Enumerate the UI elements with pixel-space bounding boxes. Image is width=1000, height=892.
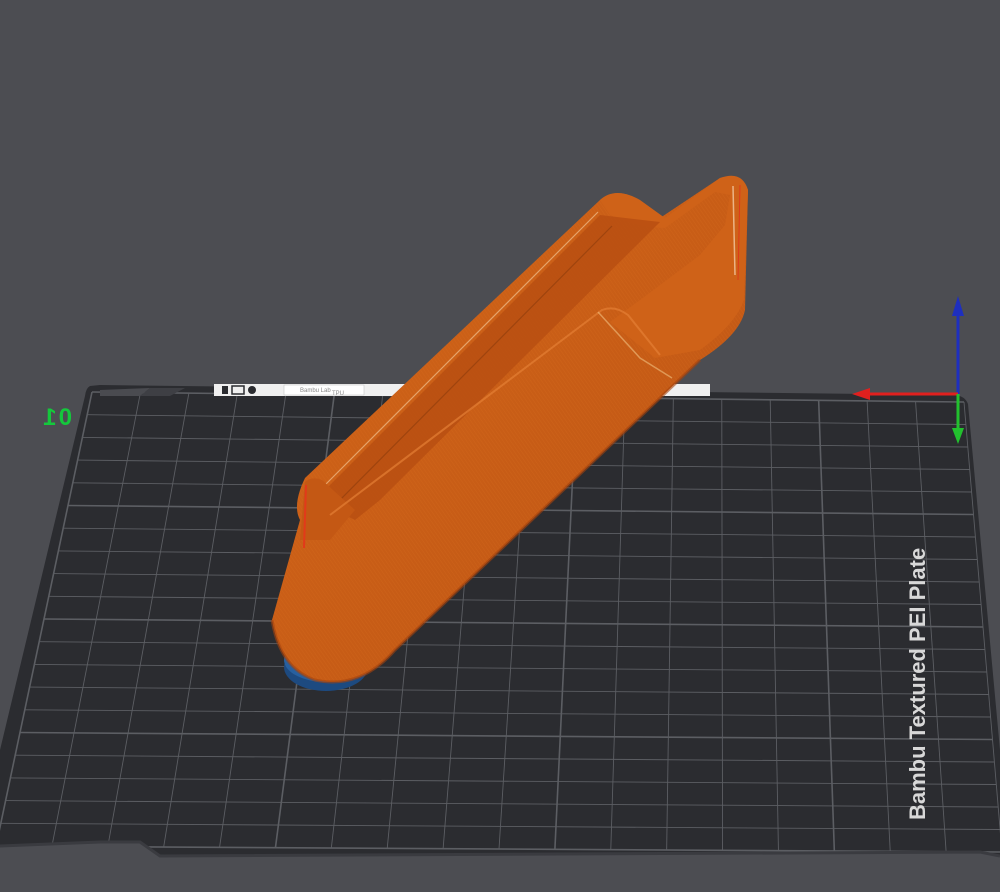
tab-text-2: TPU [332,391,344,397]
3d-viewport[interactable]: Bambu Lab TPU 01 Bambu Textured PEI Plat… [0,0,1000,892]
round-icon [248,386,256,394]
plate-label: Bambu Textured PEI Plate [905,548,930,820]
tab-text-1: Bambu Lab [300,388,331,394]
printer-icon [222,386,228,394]
svg-text:01: 01 [41,404,72,431]
plate-number: 01 [41,404,72,431]
svg-text:Bambu Textured PEI Plate: Bambu Textured PEI Plate [905,548,930,820]
z-axis-arrow [952,296,964,316]
